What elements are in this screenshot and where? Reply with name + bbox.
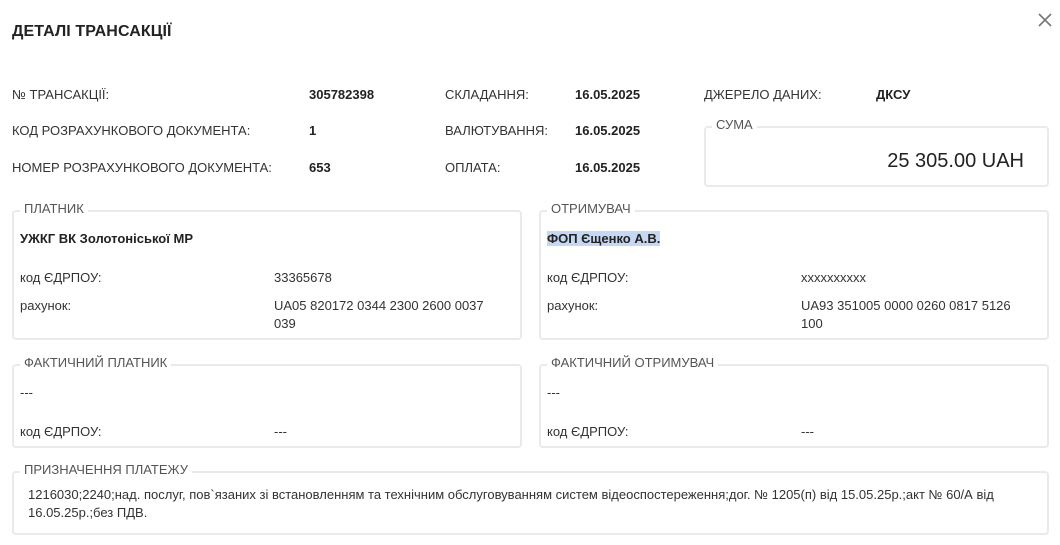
payer-box: ПЛАТНИК УЖКГ ВК Золотоніської МР код ЄДР… <box>12 201 522 340</box>
purpose-text: 1216030;2240;над. послуг, пов`язаних зі … <box>28 487 994 520</box>
payer-legend: ПЛАТНИК <box>20 201 88 216</box>
source-label: ДЖЕРЕЛО ДАНИХ: <box>704 87 822 102</box>
actual-payer-box: ФАКТИЧНИЙ ПЛАТНИК --- код ЄДРПОУ: --- <box>12 355 522 448</box>
recipient-name: ФОП Єщенко А.В. <box>547 231 661 246</box>
compiled-value: 16.05.2025 <box>575 87 641 102</box>
actual-recipient-edrpou-value: --- <box>801 424 814 439</box>
compiled-label: СКЛАДАННЯ: <box>445 87 529 102</box>
actual-payer-edrpou-label: код ЄДРПОУ: <box>20 424 102 439</box>
payment-label: ОПЛАТА: <box>445 160 501 175</box>
doc-code-label: КОД РОЗРАХУНКОВОГО ДОКУМЕНТА: <box>12 123 251 138</box>
close-icon[interactable] <box>1035 10 1055 30</box>
transaction-no-value: 305782398 <box>309 87 375 102</box>
actual-recipient-legend: ФАКТИЧНИЙ ОТРИМУВАЧ <box>547 355 719 370</box>
actual-payer-edrpou-value: --- <box>274 424 287 439</box>
actual-recipient-name: --- <box>547 385 560 400</box>
recipient-account-value: UA93 351005 0000 0260 0817 5126 100 <box>801 298 1011 331</box>
payer-edrpou-value: 33365678 <box>274 270 332 285</box>
actual-recipient-edrpou-label: код ЄДРПОУ: <box>547 424 629 439</box>
payer-edrpou-label: код ЄДРПОУ: <box>20 270 102 285</box>
page-title: ДЕТАЛІ ТРАНСАКЦІЇ <box>12 23 172 40</box>
source-value: ДКСУ <box>876 87 911 102</box>
actual-recipient-box: ФАКТИЧНИЙ ОТРИМУВАЧ --- код ЄДРПОУ: --- <box>539 355 1049 448</box>
sum-box: СУМА 25 305.00 UAH <box>704 117 1049 187</box>
sum-legend: СУМА <box>712 117 757 132</box>
valuation-value: 16.05.2025 <box>575 123 641 138</box>
payer-name: УЖКГ ВК Золотоніської МР <box>20 231 194 246</box>
sum-value: 25 305.00 UAH <box>887 150 1024 172</box>
recipient-edrpou-value: xxxxxxxxxx <box>801 270 866 285</box>
recipient-edrpou-label: код ЄДРПОУ: <box>547 270 629 285</box>
actual-payer-name: --- <box>20 385 33 400</box>
valuation-label: ВАЛЮТУВАННЯ: <box>445 123 549 138</box>
recipient-legend: ОТРИМУВАЧ <box>547 201 635 216</box>
purpose-legend: ПРИЗНАЧЕННЯ ПЛАТЕЖУ <box>20 462 193 477</box>
actual-payer-legend: ФАКТИЧНИЙ ПЛАТНИК <box>20 355 172 370</box>
payment-value: 16.05.2025 <box>575 160 641 175</box>
doc-number-label: НОМЕР РОЗРАХУНКОВОГО ДОКУМЕНТА: <box>12 160 272 175</box>
payer-account-label: рахунок: <box>20 298 72 313</box>
doc-code-value: 1 <box>309 123 317 138</box>
payer-account-value: UA05 820172 0344 2300 2600 0037 039 <box>274 298 484 331</box>
recipient-account-label: рахунок: <box>547 298 599 313</box>
purpose-box: ПРИЗНАЧЕННЯ ПЛАТЕЖУ 1216030;2240;над. по… <box>12 462 1049 535</box>
doc-number-value: 653 <box>309 160 331 175</box>
transaction-no-label: № ТРАНСАКЦІЇ: <box>12 87 110 102</box>
recipient-box: ФОП Єщенко А.В. ОТРИМУВАЧ код ЄДРПОУ: xx… <box>539 201 1049 340</box>
